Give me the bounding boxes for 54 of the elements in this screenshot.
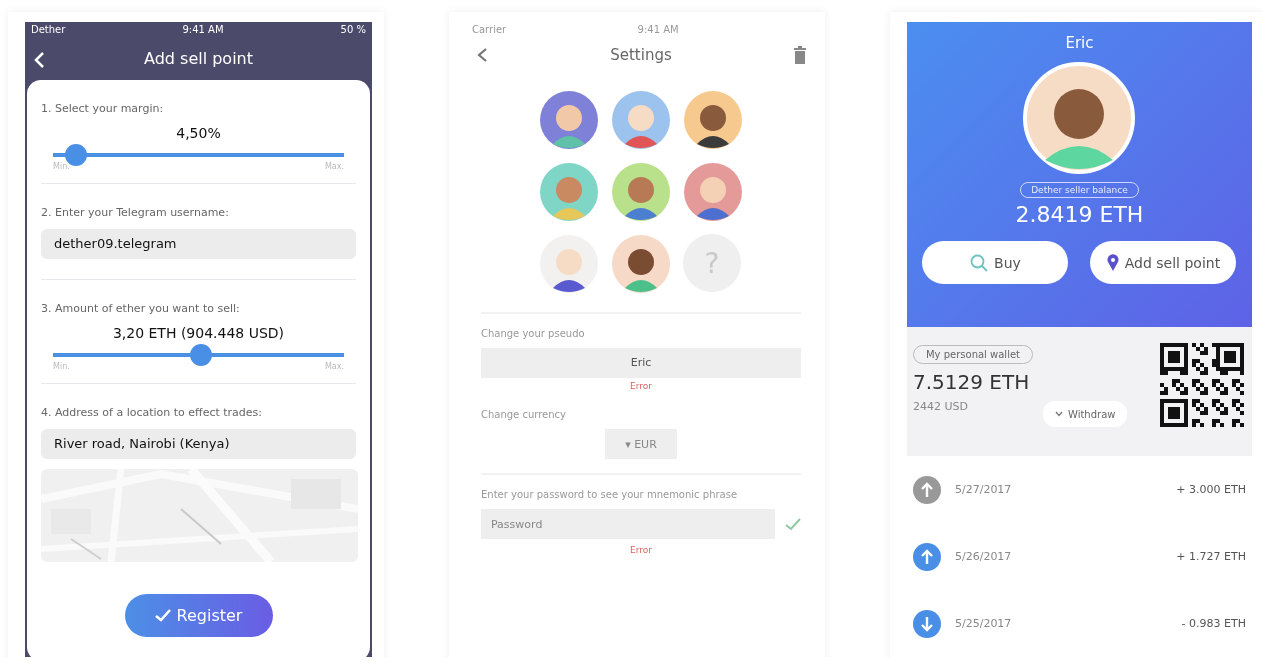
buy-button[interactable]: Buy [922,241,1069,284]
slider-min: Min. [53,362,70,371]
slider-max: Max. [324,162,344,171]
slider-min: Min. [53,162,70,171]
battery-level: 50 % [340,23,366,35]
error-message: Error [630,545,652,555]
step-label: 1. Select your margin: [41,102,165,115]
arrow-up-icon [912,542,941,571]
transaction-amount: - 0.983 ETH [1181,617,1246,630]
chevron-down-icon [1054,411,1063,417]
wallet-balance-usd: 2442 USD [912,400,968,413]
step-label: 4. Address of a location to effect trades: [41,406,264,419]
transaction-amount: + 1.727 ETH [1176,550,1246,563]
avatar-option[interactable] [611,234,671,294]
check-icon [154,609,171,622]
search-icon [970,253,989,272]
back-icon[interactable] [476,47,488,63]
screen-title: Settings [610,46,672,64]
step-label: 3. Amount of ether you want to sell: [41,302,241,315]
avatar-option[interactable] [539,234,599,294]
withdraw-button[interactable]: Withdraw [1042,401,1128,427]
user-name: Eric [1065,34,1094,52]
status-time: 9:41 AM [182,23,224,35]
field-label: Change your pseudo [481,328,586,339]
register-button[interactable]: Register [124,594,273,637]
avatar-option[interactable] [683,90,743,150]
slider-thumb[interactable] [190,344,213,366]
arrow-down-icon [912,609,941,638]
trash-icon[interactable] [794,46,806,64]
location-pin-icon [1106,254,1119,271]
screen-title: Add sell point [144,48,253,68]
carrier-name: Carrier [472,23,507,35]
check-icon[interactable] [785,517,801,531]
carrier-name: Dether [31,23,66,35]
add-sell-point-button[interactable]: Add sell point [1090,241,1237,284]
username-field[interactable]: dether09.telegram [41,229,356,259]
slider-reading: 3,20 ETH (904.448 USD) [111,325,286,341]
slider-max: Max. [324,362,344,371]
arrow-up-icon [912,475,941,504]
seller-balance: 2.8419 ETH [1015,202,1144,227]
step-label: 2. Enter your Telegram username: [41,206,230,219]
password-field[interactable]: Password [481,509,775,539]
slider-reading: 4,50% [175,125,222,141]
field-label: Change currency [481,409,568,420]
transaction-amount: + 3.000 ETH [1176,483,1246,496]
error-message: Error [630,381,652,391]
wallet-balance: 7.5129 ETH [912,370,1030,394]
status-time: 9:41 AM [637,23,679,35]
address-field[interactable]: River road, Nairobi (Kenya) [41,429,356,459]
pseudo-field[interactable]: Eric [481,348,801,378]
transaction-date: 5/27/2017 [954,483,1013,496]
transaction-date: 5/26/2017 [954,550,1013,563]
field-label: Enter your password to see your mnemonic phrase [481,489,739,500]
transaction-date: 5/25/2017 [954,617,1013,630]
